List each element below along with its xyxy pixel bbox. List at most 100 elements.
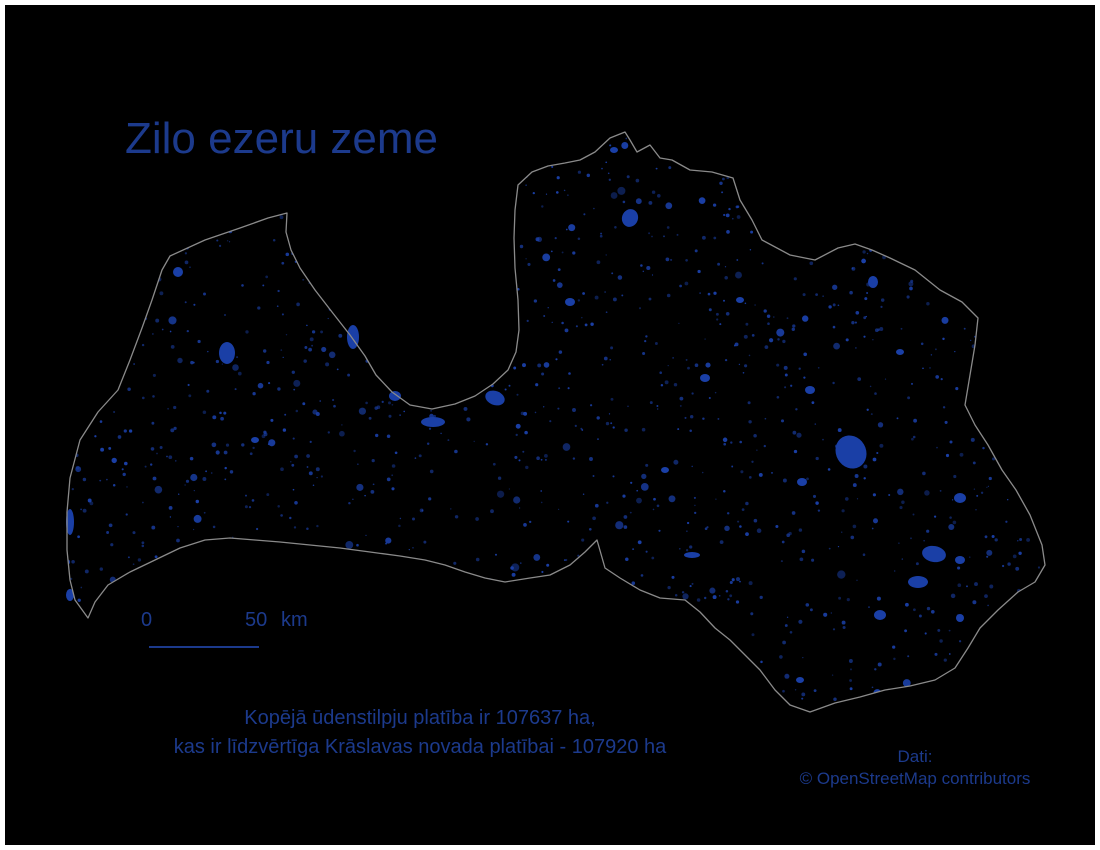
small-lake [255,527,259,531]
small-lake [626,660,629,663]
small-lake [702,417,705,420]
small-lake [453,150,457,154]
small-lake [241,284,244,287]
small-lake [410,345,415,350]
small-lake [100,447,105,452]
small-lake [295,600,299,604]
small-lake [753,433,757,438]
small-lake [644,339,647,343]
small-lake [457,374,462,379]
small-lake [408,198,411,201]
small-lake [391,487,395,491]
small-lake [293,247,300,254]
small-lake [574,424,577,428]
small-lake [773,316,775,318]
small-lake [82,508,87,513]
lake-28 [736,297,744,303]
small-lake [959,241,962,245]
small-lake [786,616,789,618]
small-lake [735,271,742,279]
small-lake [496,697,500,701]
lake-9 [389,391,401,401]
small-lake [152,333,154,335]
small-lake [823,612,828,617]
small-lake [753,692,757,695]
small-lake [344,284,348,289]
small-lake [134,206,141,213]
small-lake [364,612,367,615]
small-lake [124,616,128,620]
small-lake [335,634,339,638]
small-lake [488,176,492,181]
small-lake [568,584,572,588]
small-lake [799,557,804,562]
small-lake [276,305,279,308]
small-lake [1034,470,1038,475]
small-lake [888,493,891,497]
small-lake [863,477,866,480]
small-lake [605,421,610,426]
small-lake [298,213,301,216]
small-lake [600,232,603,235]
small-lake [292,488,295,491]
small-lake [489,151,495,157]
small-lake [476,684,479,687]
small-lake [637,540,642,545]
small-lake [441,250,444,252]
small-lake [399,355,403,359]
summary-line-1: Kopējā ūdenstilpju platība ir 107637 ha, [244,707,596,729]
small-lake [370,490,375,494]
small-lake [711,143,717,149]
small-lake [416,245,421,250]
small-lake [379,331,383,334]
small-lake [69,351,72,354]
small-lake [761,262,764,265]
small-lake [1031,586,1038,592]
small-lake [221,363,224,365]
small-lake [736,577,740,582]
small-lake [1024,184,1029,188]
small-lake [577,299,581,302]
small-lake [687,624,690,626]
small-lake [838,596,842,600]
small-lake [235,214,239,218]
small-lake [215,450,220,455]
small-lake [550,620,555,624]
small-lake [182,621,184,624]
small-lake [891,708,894,711]
small-lake [356,656,360,660]
small-lake [670,699,674,703]
small-lake [755,132,758,135]
small-lake [913,608,916,612]
small-lake [388,355,390,358]
small-lake [526,319,529,323]
small-lake [673,459,679,465]
small-lake [168,505,173,510]
small-lake [253,571,256,575]
small-lake [751,633,755,637]
small-lake [463,406,468,411]
small-lake [132,309,137,314]
small-lake [1034,165,1038,169]
small-lake [758,472,763,477]
small-lake [611,582,616,587]
small-lake [586,173,591,178]
small-lake [976,494,979,497]
small-lake [905,246,912,253]
small-lake [132,531,136,535]
small-lake [96,637,100,641]
small-lake [418,454,422,458]
small-lake [528,143,532,147]
small-lake [543,578,545,580]
small-lake [171,673,176,678]
small-lake [211,552,215,556]
small-lake [653,497,656,501]
small-lake [360,613,364,616]
small-lake [1029,642,1032,645]
small-lake [246,669,249,672]
small-lake [786,317,789,320]
small-lake [712,203,717,207]
small-lake [837,304,840,307]
small-lake [607,172,610,175]
small-lake [185,479,190,483]
